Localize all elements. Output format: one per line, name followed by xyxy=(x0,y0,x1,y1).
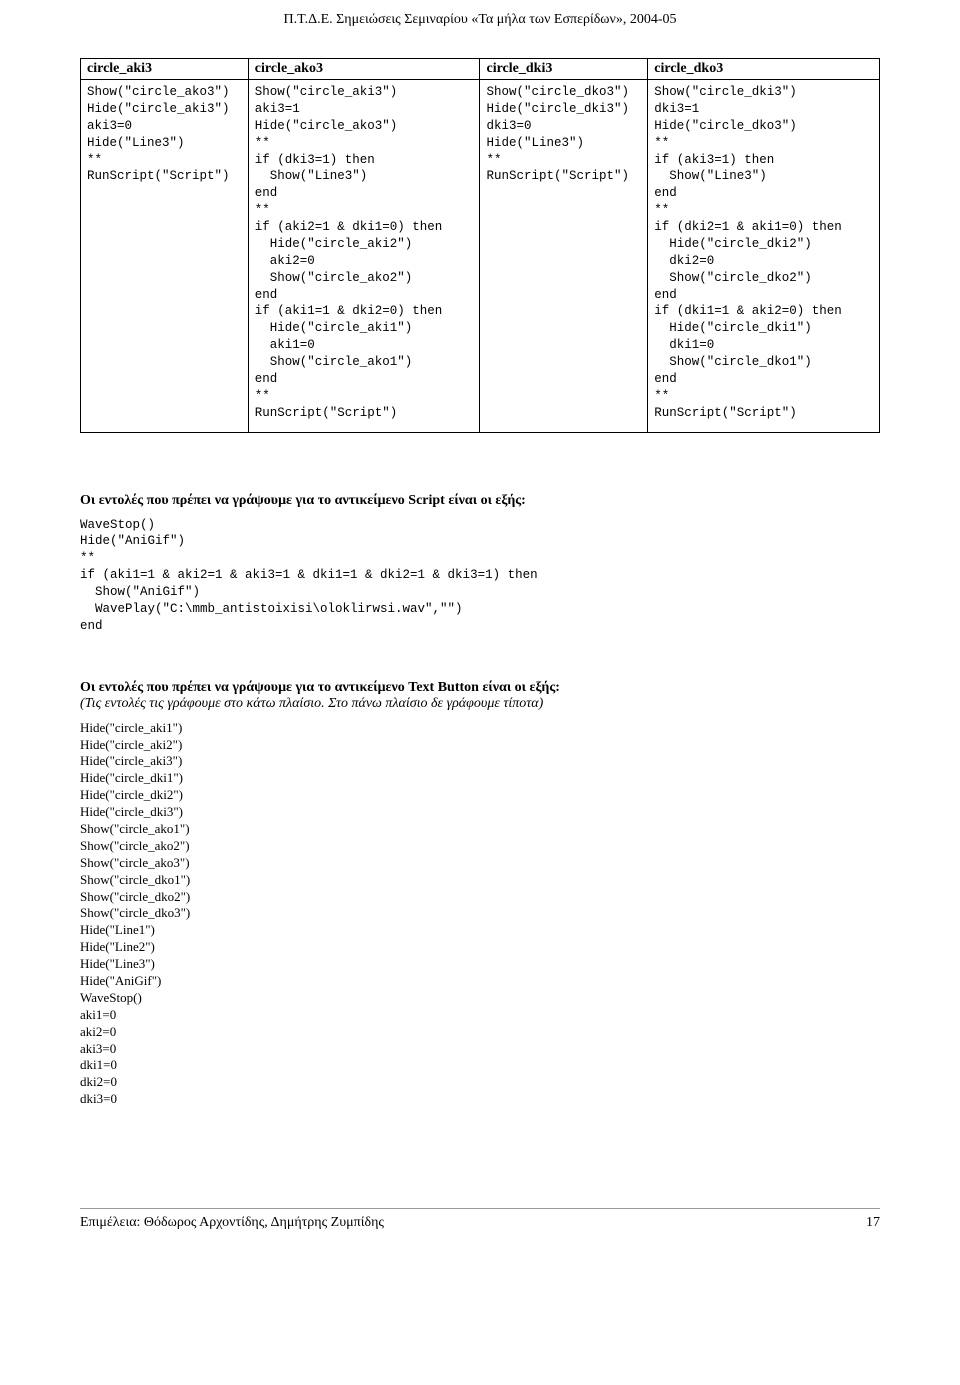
code-dko3: Show("circle_dki3") dki3=1 Hide("circle_… xyxy=(654,84,873,422)
textbutton-list: Hide("circle_aki1") Hide("circle_aki2") … xyxy=(80,720,880,1108)
footer-left: Επιμέλεια: Θόδωρος Αρχοντίδης, Δημήτρης … xyxy=(80,1215,384,1231)
code-aki3: Show("circle_ako3") Hide("circle_aki3") … xyxy=(87,84,242,185)
code-dki3: Show("circle_dko3") Hide("circle_dki3") … xyxy=(486,84,641,185)
textbutton-note: (Τις εντολές τις γράφουμε στο κάτω πλαίσ… xyxy=(80,696,543,711)
col-header-aki3: circle_aki3 xyxy=(81,59,249,80)
page-header: Π.Τ.Δ.Ε. Σημειώσεις Σεμιναρίου «Τα μήλα … xyxy=(80,0,880,58)
textbutton-heading: Οι εντολές που πρέπει να γράψουμε για το… xyxy=(80,680,560,695)
page-footer: Επιμέλεια: Θόδωρος Αρχοντίδης, Δημήτρης … xyxy=(80,1208,880,1231)
code-table: circle_aki3 circle_ako3 circle_dki3 circ… xyxy=(80,58,880,433)
col-header-ako3: circle_ako3 xyxy=(248,59,480,80)
code-ako3: Show("circle_aki3") aki3=1 Hide("circle_… xyxy=(255,84,474,422)
cell-dko3: Show("circle_dki3") dki3=1 Hide("circle_… xyxy=(648,80,880,433)
cell-ako3: Show("circle_aki3") aki3=1 Hide("circle_… xyxy=(248,80,480,433)
script-code: WaveStop() Hide("AniGif") ** if (aki1=1 … xyxy=(80,517,880,635)
footer-page-number: 17 xyxy=(866,1215,880,1231)
cell-dki3: Show("circle_dko3") Hide("circle_dki3") … xyxy=(480,80,648,433)
col-header-dko3: circle_dko3 xyxy=(648,59,880,80)
cell-aki3: Show("circle_ako3") Hide("circle_aki3") … xyxy=(81,80,249,433)
col-header-dki3: circle_dki3 xyxy=(480,59,648,80)
script-heading: Οι εντολές που πρέπει να γράψουμε για το… xyxy=(80,493,880,509)
